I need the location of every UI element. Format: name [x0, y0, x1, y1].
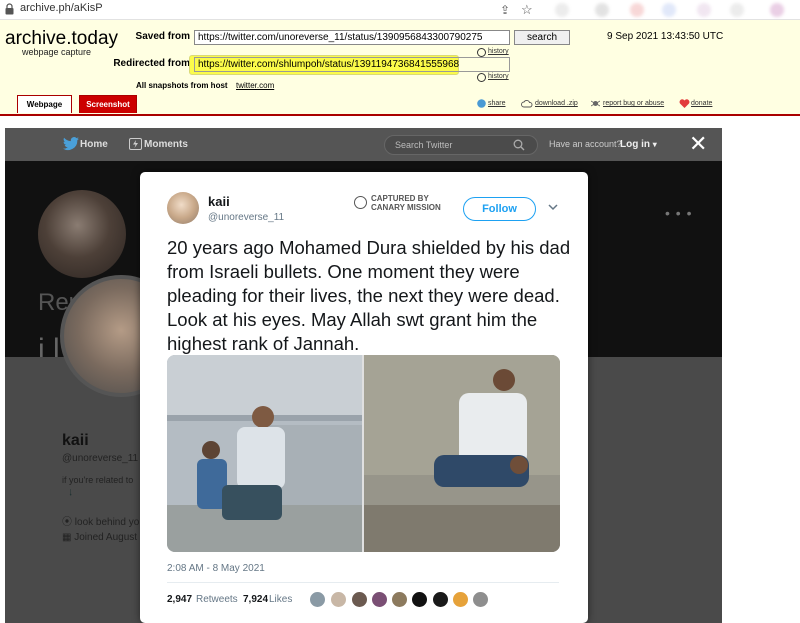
watermark-line-2: CANARY MISSION — [371, 203, 441, 212]
share-icon — [477, 99, 486, 108]
moments-lightning-icon — [129, 138, 142, 150]
tweet-text: 20 years ago Mohamed Dura shielded by hi… — [167, 237, 571, 354]
history-link[interactable]: history — [488, 48, 509, 55]
liker-avatar[interactable] — [432, 591, 449, 608]
report-bug-link[interactable]: report bug or abuse — [603, 100, 664, 107]
follow-button[interactable]: Follow — [463, 197, 536, 221]
profile-location: ⦿ look behind yo — [62, 513, 139, 528]
liker-avatar[interactable] — [452, 591, 469, 608]
share-page-icon[interactable]: ⇪ — [500, 3, 510, 17]
profile-handle: @unoreverse_11 — [62, 453, 139, 464]
site-subtitle: webpage capture — [22, 47, 92, 57]
chevron-down-icon[interactable] — [548, 202, 558, 212]
donate-link[interactable]: donate — [691, 100, 712, 107]
lock-icon — [5, 3, 14, 15]
search-icon[interactable] — [513, 139, 525, 151]
extension-icon[interactable] — [730, 3, 744, 17]
liker-avatar[interactable] — [330, 591, 347, 608]
watermark-line-1: CAPTURED BY — [371, 194, 429, 203]
likes-count[interactable]: 7,924 — [243, 594, 268, 605]
download-zip-link[interactable]: download .zip — [535, 100, 578, 107]
ribbon-icon: ᛍ — [67, 487, 75, 501]
extension-icon[interactable] — [595, 3, 609, 17]
liker-avatar[interactable] — [351, 591, 368, 608]
caret-down-icon: ▾ — [652, 140, 657, 149]
tweet-timestamp[interactable]: 2:08 AM - 8 May 2021 — [167, 563, 265, 574]
user-handle[interactable]: @unoreverse_11 — [208, 212, 284, 223]
profile-name: kaii — [62, 432, 89, 449]
close-icon[interactable]: ✕ — [689, 133, 707, 155]
search-placeholder: Search Twitter — [395, 140, 453, 150]
retweets-count[interactable]: 2,947 — [167, 594, 192, 605]
tweet-media[interactable] — [167, 355, 560, 552]
all-snapshots-label: All snapshots from host — [136, 81, 228, 90]
tab-screenshot[interactable]: Screenshot — [79, 95, 137, 113]
user-display-name[interactable]: kaii — [208, 194, 230, 209]
more-options-icon: • • • — [665, 205, 693, 221]
have-account-text: Have an account? — [549, 139, 622, 149]
tweet-photo-right[interactable] — [364, 355, 560, 552]
twitter-search-input[interactable]: Search Twitter — [384, 135, 538, 155]
retweets-label: Retweets — [196, 594, 238, 605]
bookmark-star-icon[interactable]: ☆ — [521, 2, 533, 18]
location-pin-icon: ⦿ — [62, 517, 72, 528]
canary-mission-watermark: CAPTURED BY CANARY MISSION — [371, 194, 441, 212]
address-url[interactable]: archive.ph/aKisP — [20, 2, 103, 14]
user-avatar[interactable] — [167, 192, 199, 224]
tweet-photo-left[interactable] — [167, 355, 362, 552]
capture-date: 9 Sep 2021 13:43:50 UTC — [607, 31, 724, 42]
liker-avatar[interactable] — [472, 591, 489, 608]
nav-moments[interactable]: Moments — [144, 139, 188, 150]
snapshots-host-link[interactable]: twitter.com — [236, 81, 274, 90]
divider — [167, 582, 559, 583]
bug-icon — [591, 100, 600, 107]
canary-mission-icon — [354, 196, 367, 209]
liker-avatar[interactable] — [371, 591, 388, 608]
likes-label: Likes — [269, 594, 293, 605]
saved-from-url-field[interactable]: https://twitter.com/unoreverse_11/status… — [194, 30, 510, 45]
share-link[interactable]: share — [488, 100, 506, 107]
saved-from-label: Saved from — [135, 31, 190, 42]
redirected-from-url-field[interactable]: https://twitter.com/shlumpoh/status/1391… — [194, 57, 510, 72]
tweet-card: kaii @unoreverse_11 CAPTURED BY CANARY M… — [140, 172, 588, 623]
login-label: Log in — [620, 139, 650, 150]
twitter-bird-icon[interactable] — [63, 137, 79, 151]
redirected-from-label: Redirected from — [113, 58, 190, 69]
history-link[interactable]: history — [488, 73, 509, 80]
profile-joined-text: Joined August — [74, 532, 138, 543]
nav-home[interactable]: Home — [80, 139, 108, 150]
profile-avatar[interactable] — [770, 3, 784, 17]
calendar-icon: ▦ — [62, 532, 72, 543]
history-clock-icon — [477, 73, 486, 82]
profile-joined: ▦ Joined August — [62, 532, 137, 543]
browser-address-bar: archive.ph/aKisP ⇪ ☆ — [0, 0, 800, 20]
liker-avatar[interactable] — [411, 591, 428, 608]
extension-icon[interactable] — [555, 3, 569, 17]
liker-avatar[interactable] — [391, 591, 408, 608]
extension-icon[interactable] — [630, 3, 644, 17]
twitter-nav-bar: Home Moments Search Twitter Have an acco… — [5, 128, 722, 161]
extension-icon[interactable] — [662, 3, 676, 17]
search-button[interactable]: search — [514, 30, 570, 45]
tab-webpage[interactable]: Webpage — [17, 95, 72, 113]
liker-avatar[interactable] — [309, 591, 326, 608]
background-avatar — [38, 190, 126, 278]
cloud-download-icon — [521, 100, 533, 108]
extension-icon[interactable] — [697, 3, 711, 17]
archive-header: archive.today webpage capture Saved from… — [0, 20, 800, 116]
login-link[interactable]: Log in ▾ — [620, 139, 657, 150]
history-clock-icon — [477, 48, 486, 57]
profile-location-text: look behind yo — [74, 517, 140, 528]
profile-bio: if you're related to — [62, 475, 134, 485]
heart-icon — [679, 99, 690, 108]
